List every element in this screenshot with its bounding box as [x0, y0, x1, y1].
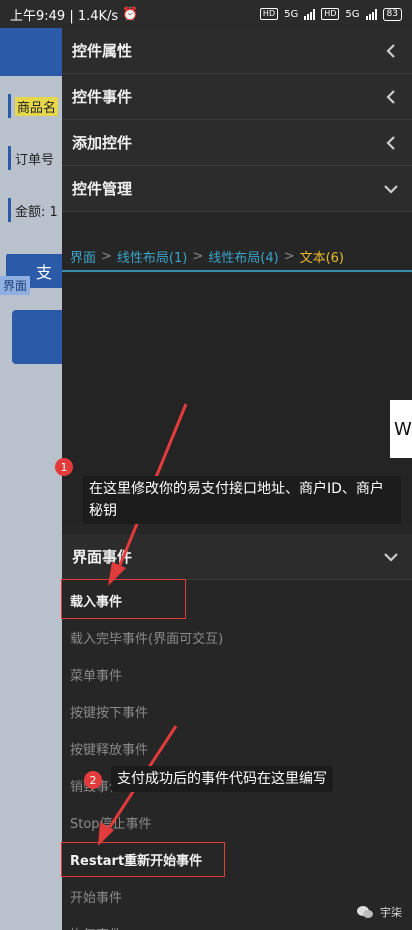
status-time: 上午9:49 | 1.4K/s [10, 8, 119, 24]
chevron-left-icon [380, 86, 402, 108]
step-1-marker: 1 [55, 458, 73, 476]
event-menu[interactable]: 菜单事件 [62, 656, 412, 693]
watermark-text: 宇柒 [380, 906, 402, 919]
step-2-marker: 2 [84, 771, 102, 789]
status-right: HD 5G HD 5G 83 [259, 7, 402, 21]
chevron-down-icon [380, 178, 402, 200]
event-list: 载入事件 载入完毕事件(界面可交互) 菜单事件 按键按下事件 按键释放事件 销毁… [62, 582, 412, 930]
breadcrumb-separator: > [283, 248, 295, 264]
step-1-callout: 在这里修改你的易支付接口地址、商户ID、商户秘钥 [83, 476, 401, 524]
chevron-left-icon [380, 132, 402, 154]
breadcrumb-item[interactable]: 线性布局(4) [208, 247, 278, 266]
chevron-left-icon [380, 40, 402, 62]
view-tag: 界面 [0, 276, 31, 295]
event-key-down[interactable]: 按键按下事件 [62, 693, 412, 730]
section-control-properties[interactable]: 控件属性 [62, 28, 412, 74]
chevron-down-icon [380, 546, 402, 568]
section-label: 添加控件 [72, 134, 133, 152]
network-type-1: 5G [284, 8, 299, 20]
step-2-callout: 支付成功后的事件代码在这里编写 [111, 766, 333, 792]
section-label: 控件管理 [72, 180, 133, 198]
background-button[interactable] [12, 310, 62, 364]
section-add-control[interactable]: 添加控件 [62, 120, 412, 166]
network-type-2: 5G [345, 8, 360, 20]
background-app-titlebar [0, 28, 62, 76]
hd-badge-1: HD [259, 8, 279, 20]
breadcrumb-separator: > [192, 248, 204, 264]
status-left: 上午9:49 | 1.4K/s ⏰ [10, 5, 138, 24]
alarm-icon: ⏰ [122, 6, 139, 22]
signal-icon-1 [304, 8, 316, 20]
product-name-row: 商品名 [8, 94, 59, 118]
section-label: 控件事件 [72, 88, 133, 106]
breadcrumb-item[interactable]: 界面 [70, 247, 96, 266]
section-label: 界面事件 [72, 548, 133, 566]
highlight-restart-event [61, 842, 225, 877]
wechat-icon [357, 906, 373, 918]
status-bar: 上午9:49 | 1.4K/s ⏰ HD 5G HD 5G 83 [0, 0, 412, 28]
event-stop[interactable]: Stop停止事件 [62, 804, 412, 841]
section-view-events[interactable]: 界面事件 [62, 534, 412, 580]
breadcrumb-item[interactable]: 线性布局(1) [117, 247, 187, 266]
section-control-management[interactable]: 控件管理 [62, 166, 412, 212]
section-control-events[interactable]: 控件事件 [62, 74, 412, 120]
amount-row: 金额: 1 [8, 198, 58, 222]
background-app: 商品名 订单号 金额: 1 支 界面 [0, 28, 62, 930]
section-label: 控件属性 [72, 42, 133, 60]
watermark: 宇柒 [356, 904, 402, 920]
breadcrumb-current[interactable]: 文本(6) [300, 247, 344, 266]
battery-indicator: 83 [382, 7, 402, 21]
text-preview-box: W [390, 400, 412, 458]
event-key-up[interactable]: 按键释放事件 [62, 730, 412, 767]
order-number-row: 订单号 [8, 146, 54, 170]
signal-icon-2 [365, 8, 377, 20]
event-loaded[interactable]: 载入完毕事件(界面可交互) [62, 619, 412, 656]
breadcrumb: 界面 > 线性布局(1) > 线性布局(4) > 文本(6) [62, 242, 412, 272]
breadcrumb-separator: > [101, 248, 112, 264]
hd-badge-2: HD [321, 8, 340, 20]
highlight-load-event [61, 579, 186, 619]
